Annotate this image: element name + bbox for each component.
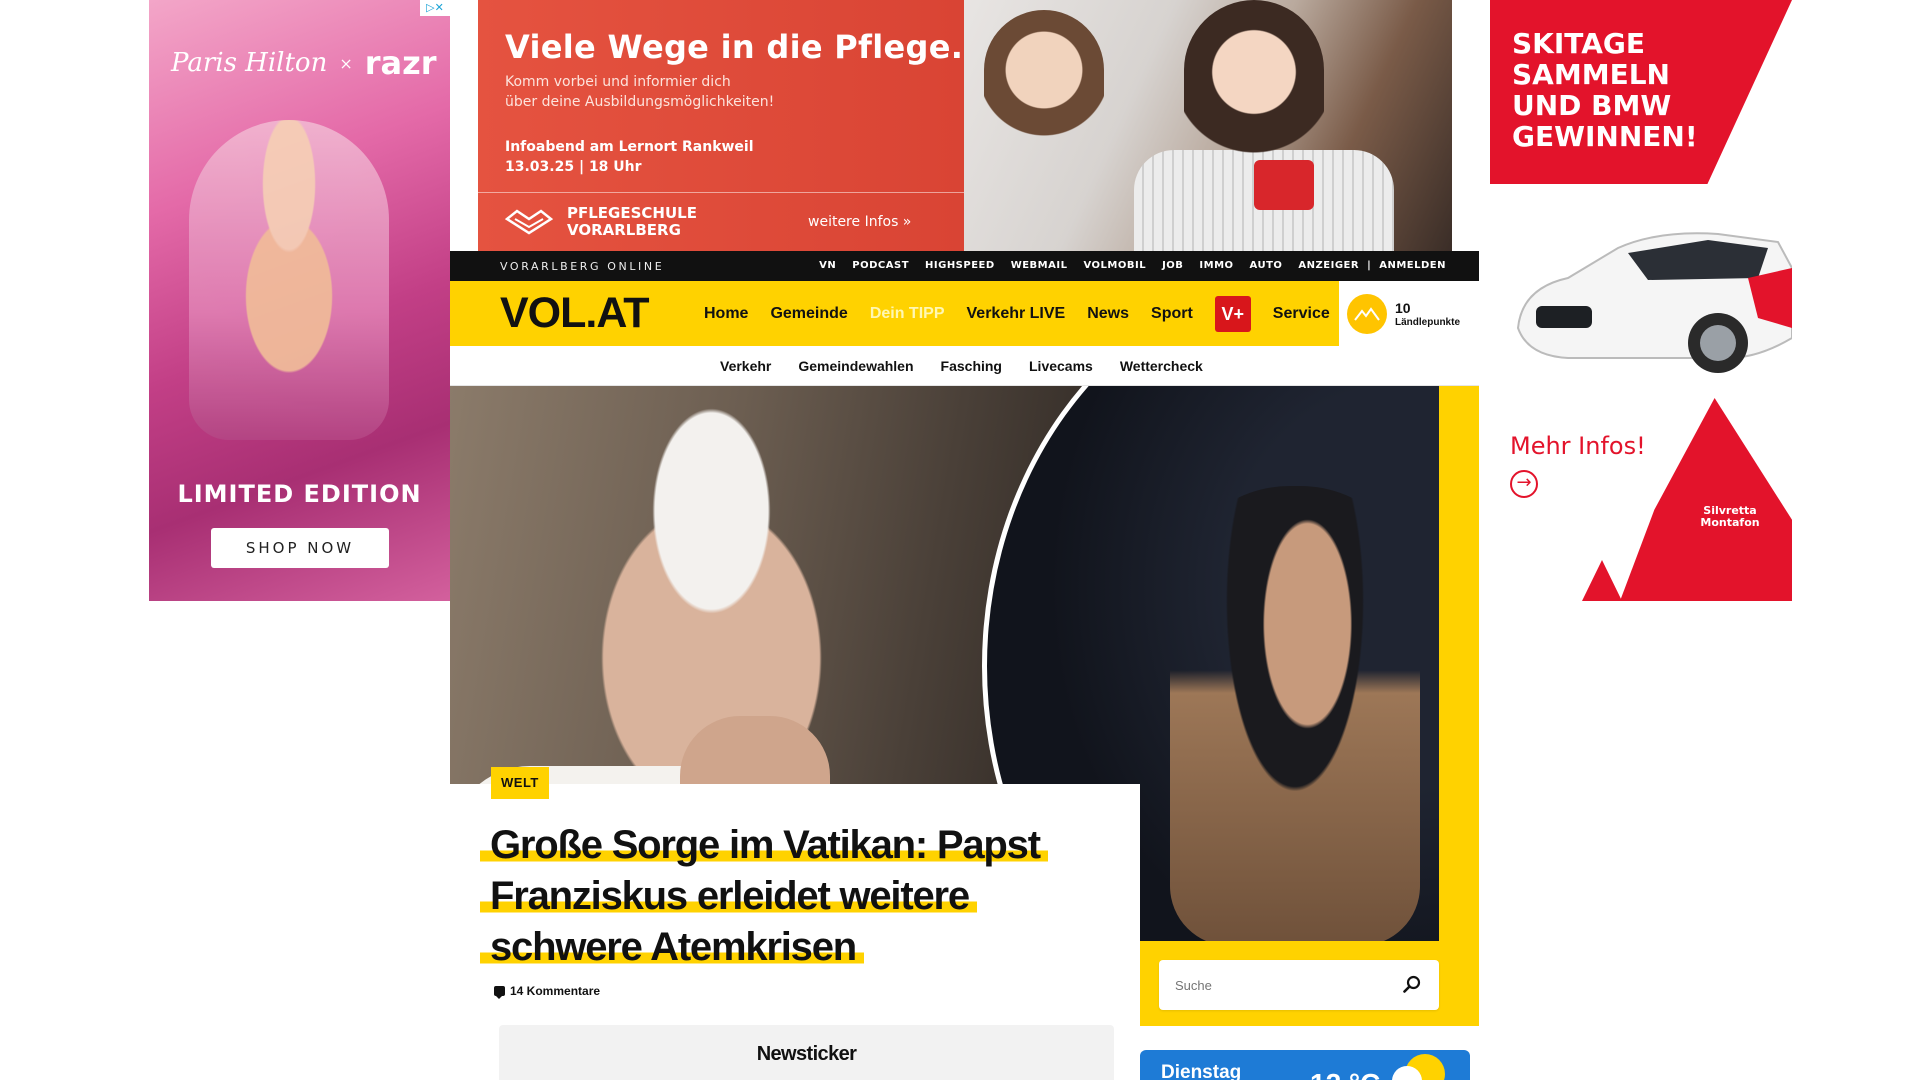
ad-top-more-link[interactable]: weitere Infos » [808,214,911,230]
ad-model-image [189,120,389,440]
heart-logo-icon [505,209,553,235]
category-tag[interactable]: WELT [491,767,549,799]
ad-top-person-1 [984,10,1104,160]
article-headline-text[interactable]: Große Sorge im Vatikan: Papst Franziskus… [480,823,1048,969]
shop-now-button[interactable]: SHOP NOW [211,528,389,568]
subnav-item-fasching[interactable]: Fasching [941,358,1002,374]
ad-right-headline-line2: SAMMELN [1512,58,1670,91]
ad-right-headline-line4: GEWINNEN! [1512,120,1698,153]
ad-top-subtitle: Komm vorbei und informier dich über dein… [505,72,865,112]
ad-top-school-logo: PFLEGESCHULE VORARLBERG [505,205,697,239]
mountain-small-shape [1582,560,1622,601]
site-logo[interactable]: VOL.AT [500,289,649,338]
subnav-item-livecams[interactable]: Livecams [1029,358,1093,374]
ad-top-pflegeschule[interactable]: Viele Wege in die Pflege. Komm vorbei un… [478,0,1452,251]
hero-nun-figure [1170,486,1420,941]
top-service-bar: VORARLBERG ONLINE VN PODCAST HIGHSPEED W… [450,251,1479,281]
ad-top-title: Viele Wege in die Pflege. [505,28,964,66]
ad-top-person-2 [1184,0,1324,180]
ad-top-photo [964,0,1452,251]
top-link-immo[interactable]: IMMO [1191,260,1241,271]
sub-nav-items: Verkehr Gemeindewahlen Fasching Livecams… [720,346,1203,386]
subnav-item-verkehr[interactable]: Verkehr [720,358,771,374]
ad-brand-razr: razr [364,44,437,82]
top-link-podcast[interactable]: PODCAST [844,260,917,271]
laendlepunkte-widget[interactable]: 10 Ländlepunkte [1339,281,1479,346]
yellow-side-bar [1439,386,1479,1026]
mountain-icon [1354,306,1380,321]
top-link-volmobil[interactable]: VOLMOBIL [1075,260,1154,271]
ad-top-event: Infoabend am Lernort Rankweil 13.03.25 |… [505,137,754,177]
ad-top-red-device [1254,160,1314,210]
nav-item-verkehr-live[interactable]: Verkehr LIVE [967,305,1066,323]
top-link-vn[interactable]: VN [811,260,844,271]
points-label: Ländlepunkte [1395,316,1461,328]
bmw-car-image [1516,232,1792,373]
subnav-item-wettercheck[interactable]: Wettercheck [1120,358,1203,374]
newsticker-box: Newsticker [499,1025,1114,1080]
nav-item-home[interactable]: Home [704,305,748,323]
weather-day: Dienstag [1161,1062,1242,1080]
top-link-webmail[interactable]: WEBMAIL [1003,260,1076,271]
article-headline[interactable]: Große Sorge im Vatikan: Papst Franziskus… [480,820,1100,973]
subnav-item-gemeindewahlen[interactable]: Gemeindewahlen [798,358,913,374]
ad-top-subtitle-line1: Komm vorbei und informier dich [505,74,731,90]
weather-widget[interactable]: Dienstag 12 °C [1140,1050,1470,1080]
nav-item-news[interactable]: News [1087,305,1129,323]
nav-item-sport[interactable]: Sport [1151,305,1193,323]
ad-left-razr[interactable]: ▷✕ Paris Hilton × razr LIMITED EDITION S… [149,0,450,601]
ad-brand-paris: Paris Hilton [171,48,328,78]
ad-right-more-link[interactable]: Mehr Infos! [1510,432,1646,460]
search-input[interactable] [1175,975,1375,995]
points-coin-icon [1347,293,1387,334]
vplus-button[interactable]: V+ [1214,295,1251,332]
top-links: VN PODCAST HIGHSPEED WEBMAIL VOLMOBIL JO… [811,260,1454,271]
top-link-auto[interactable]: AUTO [1242,260,1291,271]
nav-item-service[interactable]: Service [1273,305,1330,323]
mountain-logo-shape [1620,398,1792,601]
comments-link[interactable]: 14 Kommentare [494,984,600,999]
search-box [1159,960,1439,1010]
nav-item-gemeinde[interactable]: Gemeinde [770,305,847,323]
ad-top-school-line2: VORARLBERG [567,221,681,239]
main-nav-items: Home Gemeinde Dein TIPP Verkehr LIVE New… [704,281,1330,346]
ad-tagline: LIMITED EDITION [177,480,422,508]
ad-right-headline-line3: UND BMW [1512,89,1672,122]
arrow-right-icon[interactable]: → [1510,470,1538,498]
sub-navigation: Verkehr Gemeindewahlen Fasching Livecams… [450,346,1479,386]
ad-top-text-panel: Viele Wege in die Pflege. Komm vorbei un… [478,0,964,251]
silvretta-logo-line2: Montafon [1700,516,1760,529]
top-link-anzeiger[interactable]: ANZEIGER [1290,260,1367,271]
points-value: 10 [1395,299,1411,316]
nav-item-dein-tipp[interactable]: Dein TIPP [870,305,945,323]
comments-count[interactable]: 14 Kommentare [510,984,600,998]
top-link-job[interactable]: JOB [1154,260,1191,271]
ad-top-event-line2: 13.03.25 | 18 Uhr [505,159,642,175]
newsticker-title: Newsticker [756,1043,857,1065]
ad-top-subtitle-line2: über deine Ausbildungsmöglichkeiten! [505,94,775,110]
ad-top-school-line1: PFLEGESCHULE [567,204,697,222]
ad-right-headline: SKITAGE SAMMELN UND BMW GEWINNEN! [1512,28,1698,152]
login-link[interactable]: ANMELDEN [1371,260,1454,271]
comment-icon [494,986,505,999]
ad-top-event-line1: Infoabend am Lernort Rankweil [505,139,754,155]
ad-top-divider [478,192,964,193]
main-navigation: VOL.AT Home Gemeinde Dein TIPP Verkehr L… [450,281,1479,346]
points-text: 10 Ländlepunkte [1395,300,1460,328]
ad-right-headline-line1: SKITAGE [1512,27,1645,60]
search-icon[interactable] [1403,975,1421,993]
site-name: VORARLBERG ONLINE [500,260,665,273]
silvretta-montafon-logo: Silvretta Montafon [1690,505,1770,529]
adchoices-icon[interactable]: ▷✕ [420,0,450,16]
top-link-highspeed[interactable]: HIGHSPEED [917,260,1003,271]
ad-brand-x: × [339,53,353,73]
ad-brand: Paris Hilton × razr [171,44,438,82]
ad-right-silvretta[interactable]: SKITAGE SAMMELN UND BMW GEWINNEN! Mehr I… [1490,0,1792,601]
weather-temperature: 12 °C [1310,1068,1380,1080]
